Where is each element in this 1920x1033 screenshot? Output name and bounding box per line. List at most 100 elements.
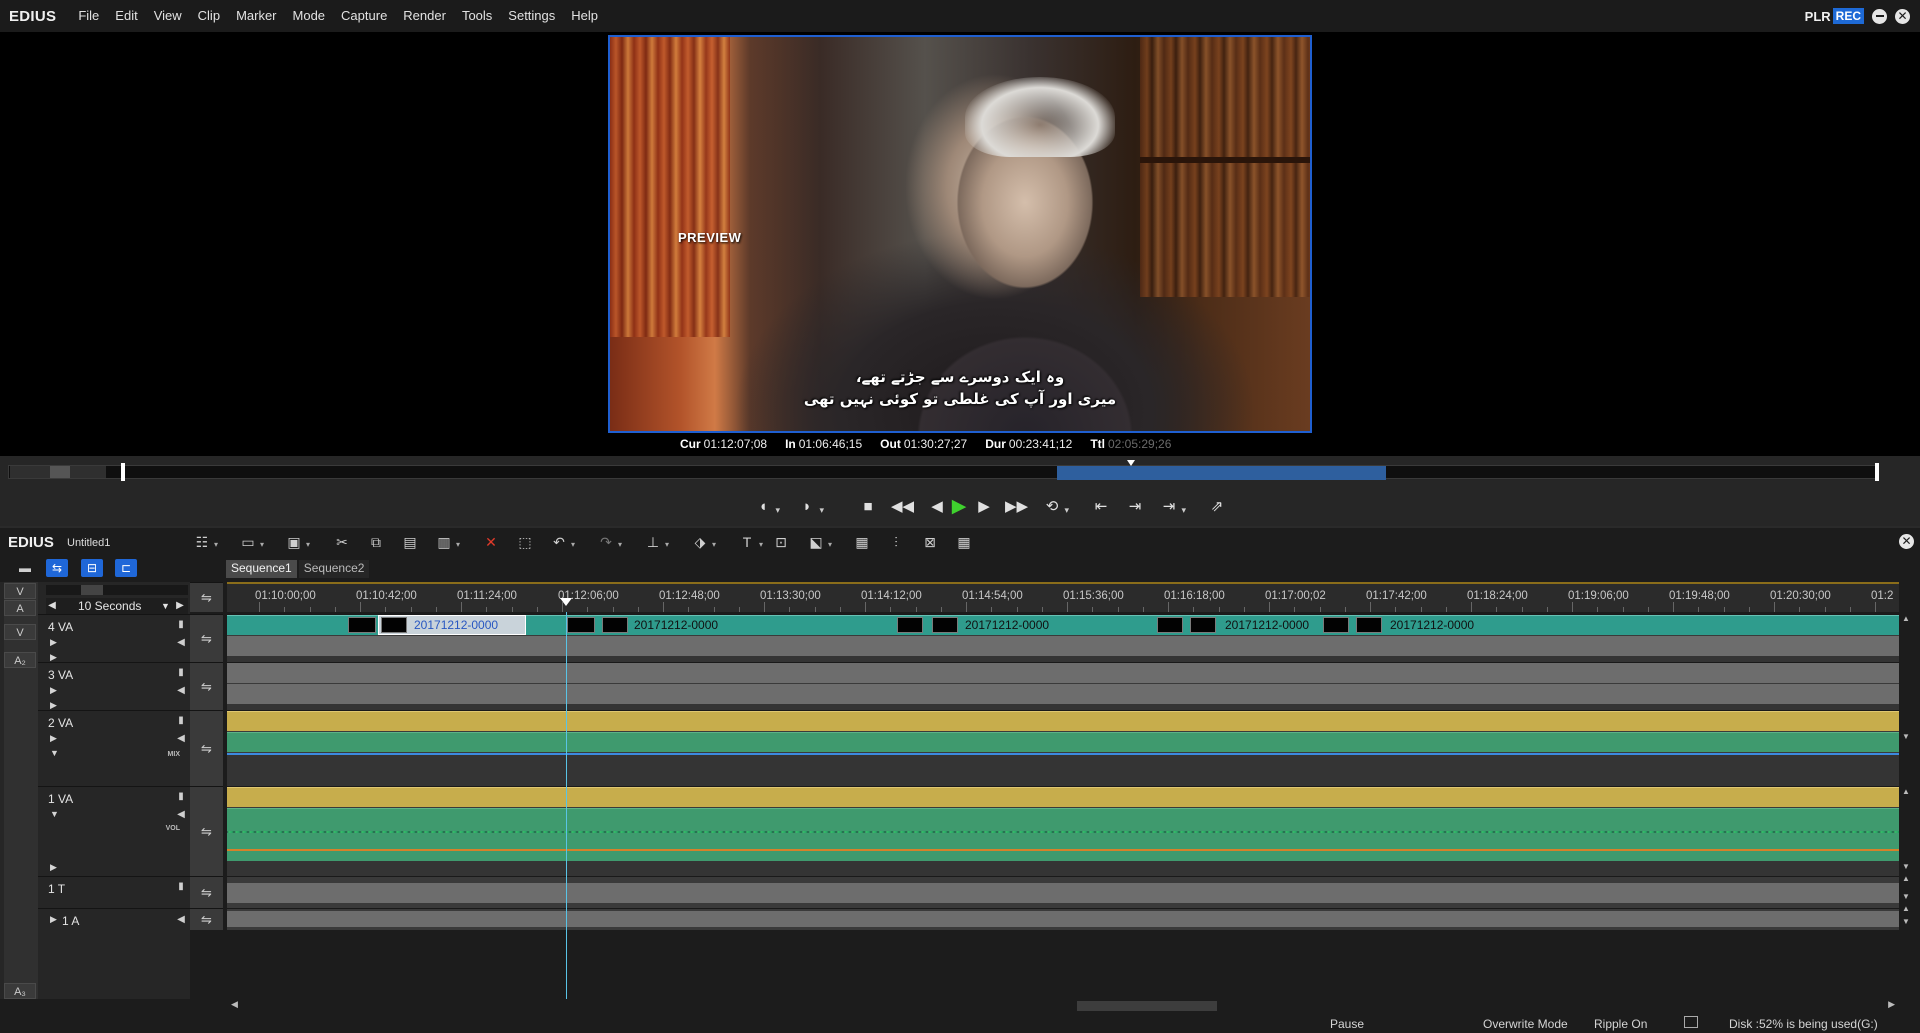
group-mode-icon[interactable]: ⊟ (81, 559, 103, 577)
scrubber-end-marker[interactable] (1875, 463, 1879, 481)
tab-sequence2[interactable]: Sequence2 (298, 560, 370, 578)
redo-icon[interactable]: ↷ (595, 533, 622, 554)
open-project-icon[interactable]: ▭ (237, 533, 264, 554)
audio-clip-track[interactable] (227, 808, 1899, 861)
audio-mute-icon[interactable]: ◀ (175, 637, 187, 649)
jog-slider-knob[interactable] (50, 466, 70, 478)
menu-marker[interactable]: Marker (228, 0, 284, 32)
ripple-status[interactable]: Ripple On (1594, 1017, 1647, 1031)
expand-icon[interactable]: ▶ (50, 637, 57, 648)
set-out-icon[interactable]: ◗ (796, 497, 824, 520)
menu-tools[interactable]: Tools (454, 0, 500, 32)
save-project-icon[interactable]: ▣ (283, 533, 310, 554)
ruler-playhead-icon[interactable] (560, 598, 572, 606)
chevron-down-icon[interactable]: ▼ (161, 598, 170, 614)
timeline-scale-knob[interactable] (81, 585, 103, 595)
play-icon[interactable]: ▶ (948, 497, 970, 517)
audio-lane[interactable] (227, 636, 1899, 656)
menu-capture[interactable]: Capture (333, 0, 395, 32)
cut-icon[interactable]: ✂ (331, 533, 353, 551)
expand-icon[interactable]: ▶ (50, 862, 57, 873)
video-clip-track[interactable] (227, 711, 1899, 731)
scale-next-icon[interactable]: ▶ (174, 598, 186, 614)
delete-icon[interactable]: ✕ (480, 533, 502, 551)
scroll-up-icon[interactable]: ▲ (1902, 787, 1910, 796)
mixdown-icon[interactable]: ⊡ (770, 533, 792, 551)
snapshot-icon[interactable]: ⊠ (919, 533, 941, 551)
storyboard-icon[interactable]: ▦ (851, 533, 873, 551)
track-collapse-icon[interactable]: ▬ (14, 559, 36, 577)
rec-mode-button[interactable]: REC (1832, 8, 1864, 24)
patch-v-source[interactable]: V (4, 583, 36, 599)
fast-forward-icon[interactable]: ▶▶ (1005, 497, 1028, 517)
track-header-1va[interactable]: 1 VA ▮ ◀ ▼ VOL ▶ (38, 786, 190, 876)
patch-a3-target[interactable]: A₃ (4, 983, 36, 999)
minimize-icon[interactable] (1872, 8, 1887, 24)
scroll-down-icon[interactable]: ▼ (1902, 892, 1910, 901)
scrubber-start-marker[interactable] (121, 463, 125, 481)
lane-1t[interactable] (227, 876, 1899, 908)
new-sequence-icon[interactable]: ☷ (191, 533, 218, 554)
video-mute-icon[interactable]: ▮ (175, 619, 187, 631)
track-sync-icon[interactable]: ⇋ (190, 662, 223, 710)
video-mute-icon[interactable]: ▮ (175, 881, 187, 893)
scroll-up-icon[interactable]: ▲ (1902, 874, 1910, 883)
video-clip-track[interactable] (227, 787, 1899, 807)
patch-v-target[interactable]: V (4, 624, 36, 640)
undo-icon[interactable]: ↶ (548, 533, 575, 554)
collapse-icon[interactable]: ▼ (50, 809, 59, 819)
track-sync-icon[interactable]: ⇋ (190, 614, 223, 662)
paste-icon[interactable]: ▤ (399, 533, 421, 551)
patch-a-source[interactable]: A (4, 600, 36, 616)
timeline-scale-slider[interactable] (46, 585, 188, 595)
video-mute-icon[interactable]: ▮ (175, 667, 187, 679)
audio-mute-icon[interactable]: ◀ (175, 809, 187, 821)
video-mute-icon[interactable]: ▮ (175, 791, 187, 803)
expand-icon[interactable]: ▶ (50, 733, 57, 744)
lane-1a[interactable] (227, 908, 1899, 930)
menu-render[interactable]: Render (395, 0, 454, 32)
timeline-close-icon[interactable]: ✕ (1899, 534, 1914, 549)
copy-icon[interactable]: ⧉ (365, 533, 387, 551)
lane-4va[interactable]: 20171212-0000 20171212-0000 20171212-000… (227, 614, 1899, 663)
menu-view[interactable]: View (146, 0, 190, 32)
step-forward-icon[interactable]: ▶ (973, 497, 995, 517)
track-sync-icon[interactable]: ⇋ (190, 876, 223, 908)
track-header-3va[interactable]: 3 VA ▮ ◀ ▶ ▶ (38, 662, 190, 710)
scroll-up-icon[interactable]: ▲ (1902, 904, 1910, 913)
menu-edit[interactable]: Edit (107, 0, 145, 32)
track-sync-icon[interactable]: ⇋ (190, 710, 223, 786)
export-icon[interactable]: ⇗ (1206, 497, 1228, 517)
scroll-down-icon[interactable]: ▼ (1902, 862, 1910, 871)
menu-file[interactable]: File (70, 0, 107, 32)
timeline-ruler[interactable]: 01:10:00;00 01:10:42;00 01:11:24;00 01:12:0… (227, 582, 1899, 612)
track-sync-icon[interactable]: ⇋ (190, 786, 223, 876)
scale-prev-icon[interactable]: ◀ (46, 598, 58, 614)
jump-end-icon[interactable]: ⇥ (1158, 497, 1186, 520)
track-header-1a[interactable]: ▶ 1 A ◀ (38, 908, 190, 930)
plr-mode-button[interactable]: PLR (1805, 9, 1831, 24)
menu-clip[interactable]: Clip (190, 0, 228, 32)
scrubber-track[interactable] (8, 465, 1878, 479)
step-back-icon[interactable]: ◀ (926, 497, 948, 517)
edit-mode-status[interactable]: Overwrite Mode (1483, 1017, 1568, 1031)
expand-icon[interactable]: ▶ (50, 685, 57, 696)
rewind-icon[interactable]: ◀◀ (891, 497, 914, 517)
scrubber-playhead-icon[interactable] (1127, 460, 1135, 466)
patch-a2-target[interactable]: A₂ (4, 652, 36, 668)
in-out-range[interactable] (1057, 466, 1386, 480)
jog-slider[interactable] (10, 466, 106, 478)
tab-sequence1[interactable]: Sequence1 (226, 560, 297, 578)
audio-mute-icon[interactable]: ◀ (175, 733, 187, 745)
ripple-mode-icon[interactable]: ⊏ (115, 559, 137, 577)
ripple-delete-icon[interactable]: ⬚ (514, 533, 536, 551)
empty-audio-lane[interactable] (227, 911, 1899, 927)
stop-icon[interactable]: ■ (857, 497, 879, 517)
expand-icon[interactable]: ▶ (50, 914, 57, 925)
audio-mute-icon[interactable]: ◀ (175, 914, 187, 926)
add-cut-point-icon[interactable]: ⊥ (642, 533, 669, 554)
empty-video-lane[interactable] (227, 663, 1899, 683)
collapse-icon[interactable]: ▼ (50, 748, 59, 758)
overwrite-to-timeline-icon[interactable]: ⇥ (1124, 497, 1146, 517)
track-header-1t[interactable]: 1 T ▮ (38, 876, 190, 908)
